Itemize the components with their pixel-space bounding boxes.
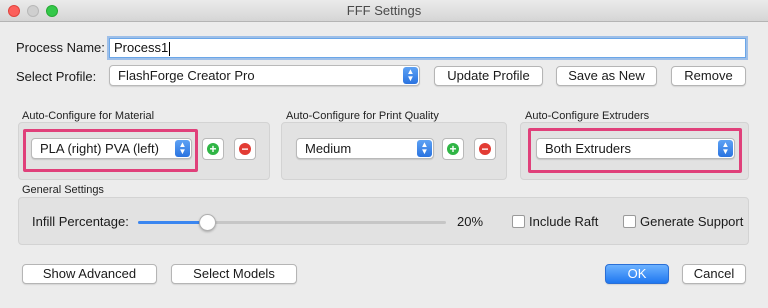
minus-icon: − <box>479 143 491 155</box>
chevron-updown-icon: ▲ ▼ <box>417 140 432 157</box>
save-as-new-button[interactable]: Save as New <box>556 66 657 86</box>
process-name-input[interactable]: Process1 <box>109 38 746 58</box>
infill-slider-knob[interactable] <box>199 214 217 231</box>
remove-quality-button[interactable]: − <box>474 138 496 160</box>
extruders-group-title: Auto-Configure Extruders <box>525 110 650 122</box>
material-select-value: PLA (right) PVA (left) <box>40 141 159 156</box>
select-profile-label: Select Profile: <box>16 69 97 84</box>
profile-select-value: FlashForge Creator Pro <box>118 68 255 83</box>
infill-slider[interactable] <box>138 221 446 224</box>
infill-label: Infill Percentage: <box>32 214 129 229</box>
text-caret <box>169 41 171 56</box>
quality-select-value: Medium <box>305 141 352 156</box>
cancel-button[interactable]: Cancel <box>682 264 746 284</box>
include-raft-label: Include Raft <box>529 214 599 229</box>
general-group-title: General Settings <box>22 184 104 196</box>
quality-select[interactable]: Medium ▲ ▼ <box>296 138 434 159</box>
plus-icon: + <box>447 143 459 155</box>
chevron-updown-icon: ▲ ▼ <box>403 67 418 84</box>
profile-select[interactable]: FlashForge Creator Pro ▲ ▼ <box>109 65 420 86</box>
quality-group-title: Auto-Configure for Print Quality <box>286 110 439 122</box>
chevron-updown-icon: ▲ ▼ <box>175 140 190 157</box>
title-bar: FFF Settings <box>0 0 768 22</box>
material-select[interactable]: PLA (right) PVA (left) ▲ ▼ <box>31 138 192 159</box>
process-name-value: Process1 <box>114 40 169 55</box>
ok-button[interactable]: OK <box>605 264 669 284</box>
add-quality-button[interactable]: + <box>442 138 464 160</box>
plus-icon: + <box>207 143 219 155</box>
infill-value: 20% <box>457 214 484 229</box>
infill-slider-fill <box>138 221 200 224</box>
select-models-button[interactable]: Select Models <box>171 264 297 284</box>
process-name-label: Process Name: <box>16 40 105 55</box>
include-raft-checkbox[interactable] <box>512 215 525 228</box>
remove-material-button[interactable]: − <box>234 138 256 160</box>
show-advanced-button[interactable]: Show Advanced <box>22 264 157 284</box>
remove-profile-button[interactable]: Remove <box>671 66 746 86</box>
add-material-button[interactable]: + <box>202 138 224 160</box>
update-profile-button[interactable]: Update Profile <box>434 66 543 86</box>
generate-support-checkbox[interactable] <box>623 215 636 228</box>
extruders-select-value: Both Extruders <box>545 141 631 156</box>
minus-icon: − <box>239 143 251 155</box>
generate-support-label: Generate Support <box>640 214 744 229</box>
window-title: FFF Settings <box>346 3 422 18</box>
chevron-updown-icon: ▲ ▼ <box>718 140 733 157</box>
extruders-select[interactable]: Both Extruders ▲ ▼ <box>536 138 735 159</box>
material-group-title: Auto-Configure for Material <box>22 110 155 122</box>
